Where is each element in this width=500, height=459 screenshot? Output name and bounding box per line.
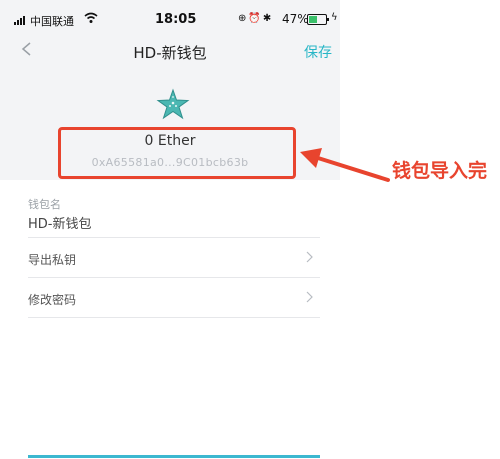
save-button[interactable]: 保存 — [304, 42, 332, 62]
divider — [28, 277, 320, 278]
export-private-key-label: 导出私钥 — [28, 253, 77, 267]
export-private-key-row[interactable]: 导出私钥 — [28, 239, 320, 277]
page-title: HD-新钱包 — [133, 44, 207, 62]
wifi-icon — [84, 12, 98, 23]
system-icons: ⊕⏰✱ — [238, 13, 273, 24]
signal-icon — [14, 16, 25, 25]
annotation-text: 钱包导入完 — [392, 160, 488, 182]
wallet-name-field[interactable]: HD-新钱包 — [28, 213, 91, 232]
battery-percent: 47% — [282, 12, 309, 26]
orientation-lock-icon: ⊕ — [238, 13, 249, 24]
charging-icon: ϟ — [331, 12, 338, 23]
chevron-right-icon — [306, 251, 313, 263]
clock: 18:05 — [155, 12, 197, 27]
change-password-label: 修改密码 — [28, 293, 77, 307]
annotation-arrow — [300, 148, 390, 182]
chevron-right-icon — [306, 291, 313, 303]
wallet-screen: 中国联通 18:05 ⊕⏰✱ 47% ϟ HD-新钱包 保存 0 Ether 0… — [0, 0, 340, 459]
status-bar: 中国联通 18:05 ⊕⏰✱ 47% ϟ — [0, 0, 340, 34]
carrier-label: 中国联通 — [30, 15, 74, 28]
divider — [28, 237, 320, 238]
starfish-icon — [156, 88, 190, 120]
alarm-icon: ⏰ — [248, 13, 263, 24]
change-password-row[interactable]: 修改密码 — [28, 279, 320, 317]
divider — [28, 317, 320, 318]
bluetooth-icon: ✱ — [262, 13, 274, 24]
wallet-name-label: 钱包名 — [28, 198, 61, 211]
highlight-box — [58, 127, 296, 179]
bottom-button-edge[interactable] — [28, 455, 320, 458]
battery-icon — [307, 14, 329, 25]
